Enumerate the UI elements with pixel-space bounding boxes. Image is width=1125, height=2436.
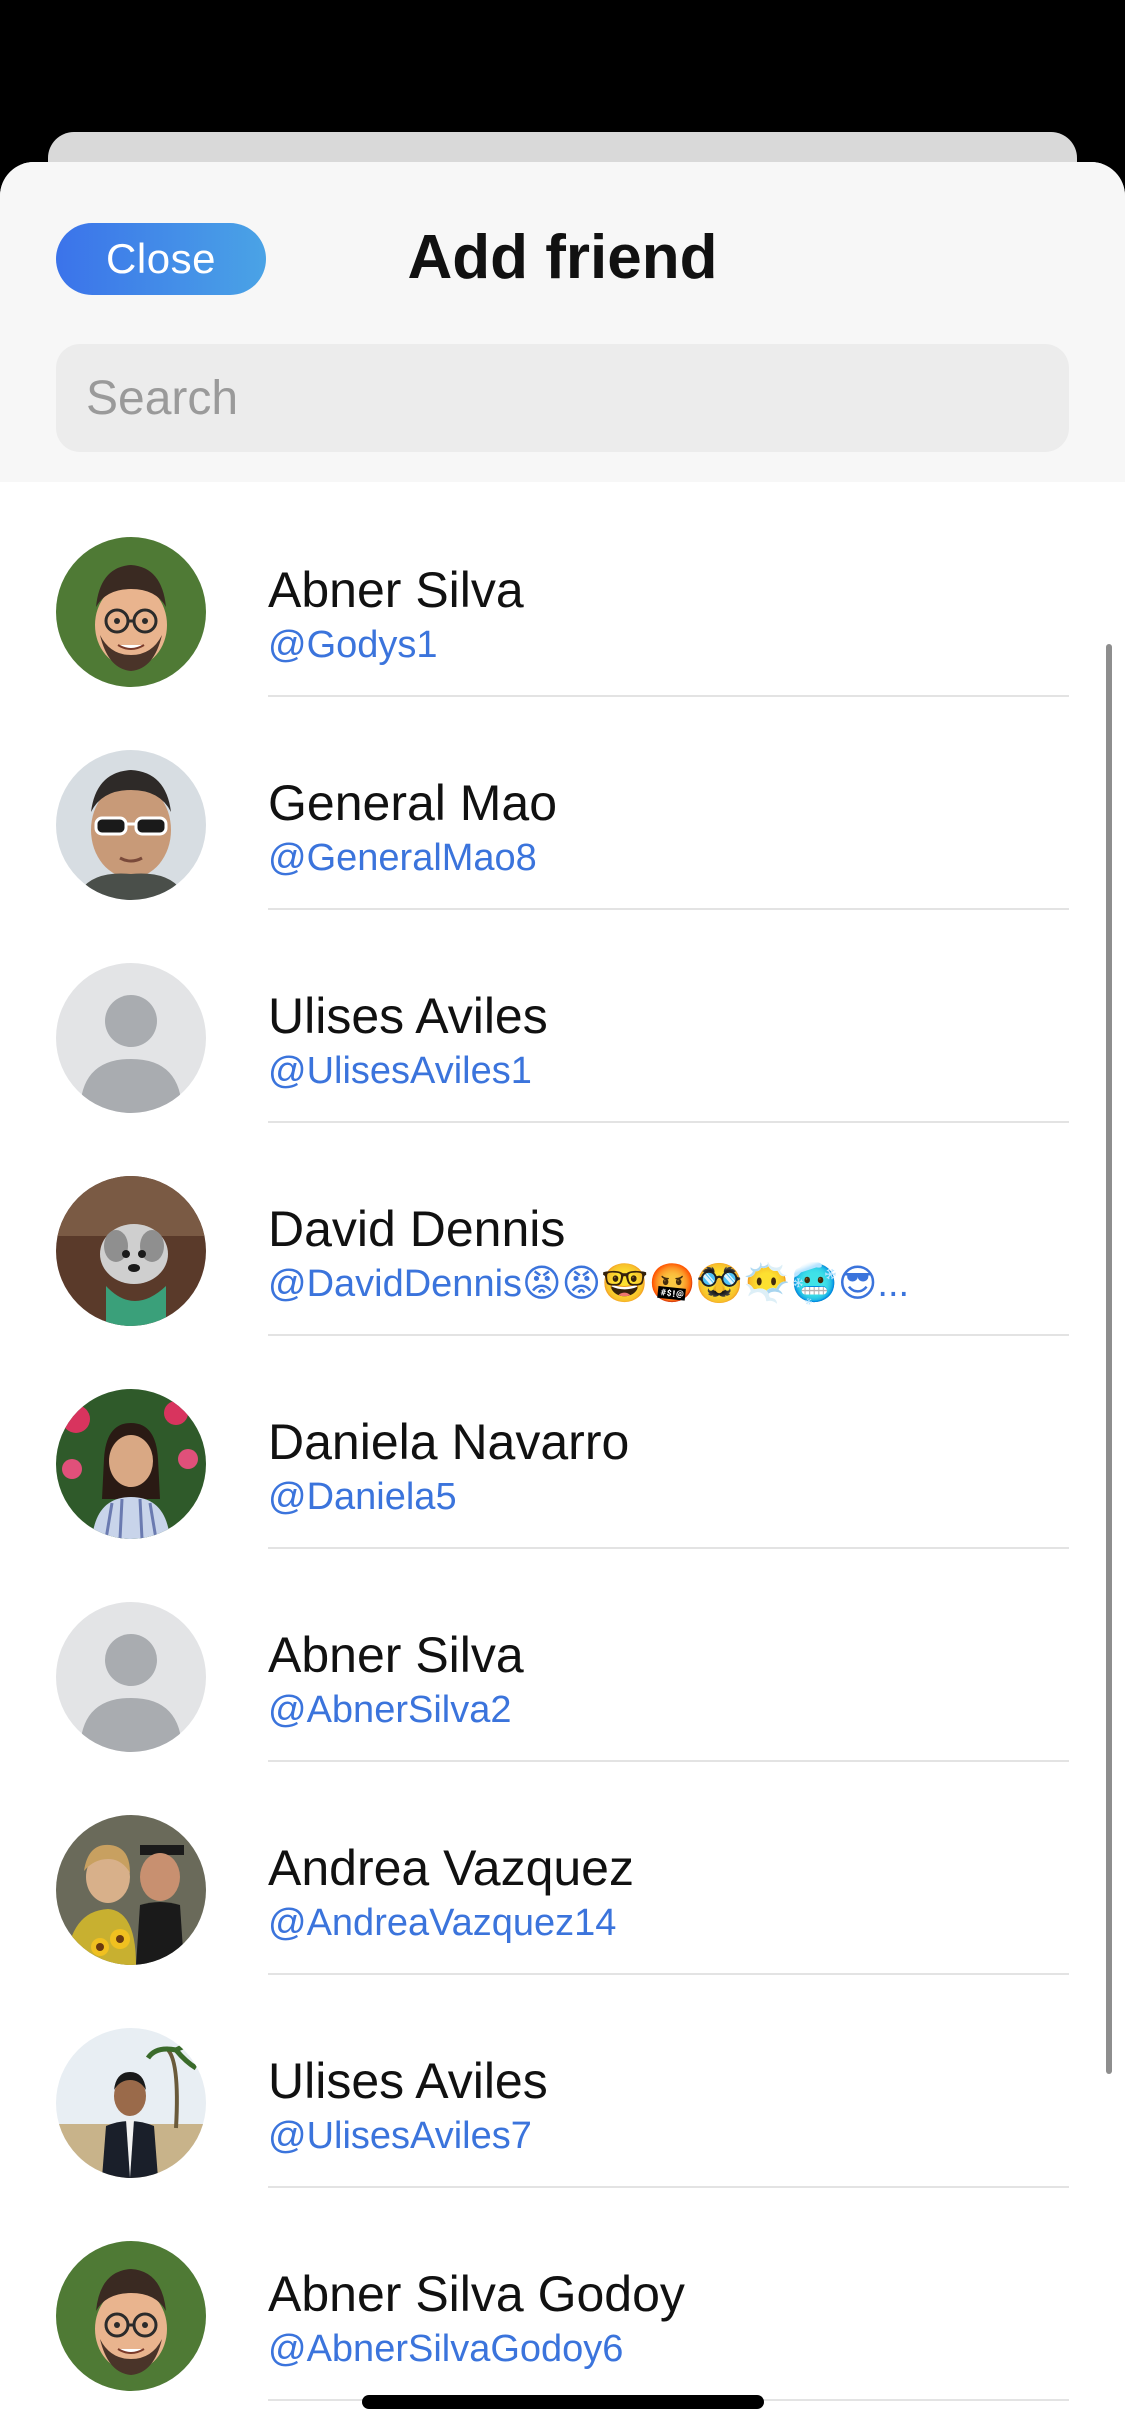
scrollbar[interactable] xyxy=(1106,644,1112,2074)
page-title: Add friend xyxy=(407,223,718,292)
contact-handle: @AbnerSilva2 xyxy=(268,1689,512,1731)
list-item[interactable]: Abner Silva Godoy @AbnerSilvaGodoy6 xyxy=(0,2186,1069,2401)
list-item[interactable]: Daniela Navarro @Daniela5 xyxy=(0,1334,1069,1549)
contact-handle: @UlisesAviles7 xyxy=(268,2115,532,2157)
sheet-header: Close Add friend xyxy=(0,162,1125,482)
memoji-avatar xyxy=(56,537,206,687)
memoji-avatar xyxy=(56,2241,206,2391)
default-person-avatar xyxy=(56,1602,206,1752)
contact-handle: @Daniela5 xyxy=(268,1476,457,1518)
list-item[interactable]: Ulises Aviles @UlisesAviles1 xyxy=(0,908,1069,1123)
contact-name: Abner Silva Godoy xyxy=(268,2266,685,2322)
list-item[interactable]: David Dennis @DavidDennis😡😡🤓🤬🥸😶‍🌫️🥶😎... xyxy=(0,1121,1069,1336)
list-item[interactable]: Andrea Vazquez @AndreaVazquez14 xyxy=(0,1760,1069,1975)
person-photo-avatar xyxy=(56,2028,206,2178)
default-person-avatar xyxy=(56,963,206,1113)
dog-photo-avatar xyxy=(56,1176,206,1326)
contact-name: Daniela Navarro xyxy=(268,1414,630,1470)
list-item[interactable]: Abner Silva @AbnerSilva2 xyxy=(0,1547,1069,1762)
add-friend-sheet: Close Add friend Abner Sil xyxy=(0,162,1125,2436)
graduation-photo-avatar xyxy=(56,1815,206,1965)
contact-name: General Mao xyxy=(268,775,558,831)
portrait-sunglasses-avatar xyxy=(56,750,206,900)
contact-handle: @AbnerSilvaGodoy6 xyxy=(268,2328,624,2370)
contact-handle: @DavidDennis😡😡🤓🤬🥸😶‍🌫️🥶😎... xyxy=(268,1263,910,1305)
contact-name: Abner Silva xyxy=(268,1627,524,1683)
contact-name: Ulises Aviles xyxy=(268,988,548,1044)
contact-name: Abner Silva xyxy=(268,562,524,618)
list-item[interactable]: General Mao @GeneralMao8 xyxy=(0,695,1069,910)
list-item[interactable]: Ulises Aviles @UlisesAviles7 xyxy=(0,1973,1069,2188)
contact-name: David Dennis xyxy=(268,1201,566,1257)
person-photo-avatar xyxy=(56,1389,206,1539)
home-indicator[interactable] xyxy=(362,2395,764,2409)
contact-handle: @Godys1 xyxy=(268,624,438,666)
list-item[interactable]: Abner Silva @Godys1 xyxy=(0,482,1069,697)
contact-handle: @AndreaVazquez14 xyxy=(268,1902,617,1944)
contact-name: Andrea Vazquez xyxy=(268,1840,634,1896)
contact-name: Ulises Aviles xyxy=(268,2053,548,2109)
search-input[interactable] xyxy=(56,344,1069,452)
contact-handle: @GeneralMao8 xyxy=(268,837,537,879)
contact-handle: @UlisesAviles1 xyxy=(268,1050,532,1092)
friend-list: Abner Silva @Godys1 General Mao @General… xyxy=(0,482,1125,2436)
